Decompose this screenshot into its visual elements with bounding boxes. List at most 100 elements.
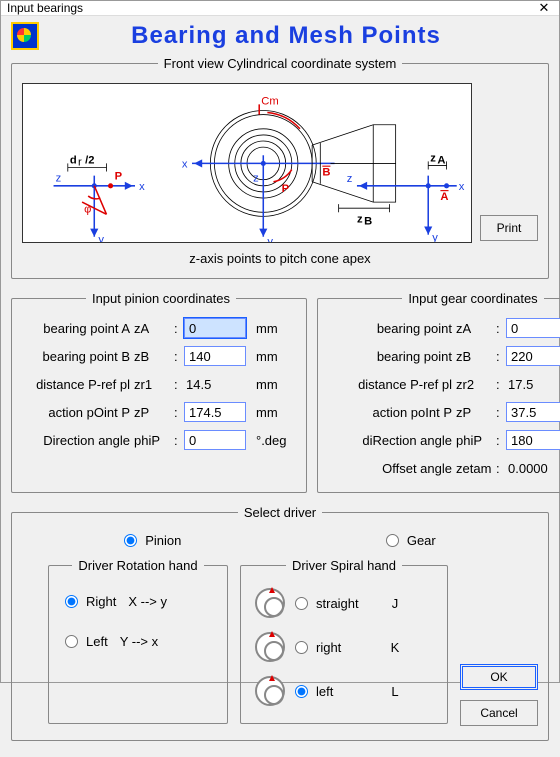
gear-label: distance P-ref pl [324,377,452,392]
spiral-straight-icon [255,588,285,618]
svg-text:y: y [432,232,438,243]
pinion-label: action pOint P [22,405,130,420]
gear-za-input[interactable] [506,318,560,338]
pinion-symbol: phiP [134,433,170,448]
spiral-left-radio[interactable]: left [295,684,378,699]
rotation-hand-legend: Driver Rotation hand [72,558,203,573]
input-pinion-group: Input pinion coordinates bearing point A… [11,291,307,493]
titlebar: Input bearings ✕ [1,1,559,16]
pinion-symbol: zA [134,321,170,336]
rotation-left-map: Y --> x [120,634,158,649]
rotation-right-radio[interactable]: Right [65,594,116,609]
pinion-label: bearing point B [22,349,130,364]
pinion-unit: °.deg [256,433,300,448]
pinion-legend: Input pinion coordinates [86,291,236,306]
pinion-row-zp: action pOint PzP:mm [22,398,300,426]
gear-label: bearing point [324,349,452,364]
pinion-unit: mm [256,377,300,392]
pinion-zp-input[interactable] [184,402,246,422]
gear-label: action poInt P [324,405,452,420]
svg-text:x: x [459,181,465,193]
pinion-symbol: zB [134,349,170,364]
close-icon[interactable]: ✕ [537,1,551,15]
pinion-label: distance P-ref pl [22,377,130,392]
diagram-area: z x y P φ d [22,83,472,243]
ok-button[interactable]: OK [460,664,538,690]
gear-row-zr2: distance P-ref plzr2:17.5mm [324,370,560,398]
gear-zp-input[interactable] [506,402,560,422]
pinion-symbol: zr1 [134,377,170,392]
pinion-zb-input[interactable] [184,346,246,366]
spiral-hand-group: Driver Spiral hand straightJ right Kleft L [240,558,448,724]
window-title: Input bearings [7,1,83,15]
svg-text:P: P [115,171,123,183]
svg-text:r: r [78,156,82,168]
svg-text:y: y [98,234,104,243]
gear-symbol: zr2 [456,377,492,392]
svg-text:φ: φ [84,203,91,215]
svg-text:d: d [70,154,77,166]
spiral-right-label: right [316,640,378,655]
gear-symbol: zB [456,349,492,364]
pinion-row-za: bearing point AzA:mm [22,314,300,342]
driver-gear-radio[interactable]: Gear [386,533,436,548]
gear-phip-input[interactable] [506,430,560,450]
rotation-left-radio[interactable]: Left [65,634,108,649]
spiral-straight-radio[interactable]: straight [295,596,378,611]
page-title: Bearing and Mesh Points [53,22,549,50]
front-view-group: Front view Cylindrical coordinate system… [11,56,549,279]
svg-text:Cm: Cm [261,95,278,107]
print-button[interactable]: Print [480,215,538,241]
driver-gear-label: Gear [407,533,436,548]
gear-label: diRection angle [324,433,452,448]
svg-text:z: z [253,173,259,185]
gear-symbol: phiP [456,433,492,448]
svg-text:x: x [139,181,145,193]
input-gear-group: Input gear coordinates bearing pointzA:m… [317,291,560,493]
pinion-label: bearing point A [22,321,130,336]
rotation-right-map: X --> y [128,594,167,609]
select-driver-legend: Select driver [238,505,322,520]
gear-legend: Input gear coordinates [402,291,543,306]
gear-row-za: bearing pointzA:mm [324,314,560,342]
gear-label: bearing point [324,321,452,336]
spiral-left-letter: L [388,684,402,699]
spiral-row-left: left L [251,669,437,713]
spiral-hand-legend: Driver Spiral hand [286,558,402,573]
svg-text:B: B [364,216,372,228]
pinion-unit: mm [256,349,300,364]
svg-text:A: A [437,154,445,166]
gear-row-phip: diRection anglephiP:°.deg [324,426,560,454]
spiral-straight-label: straight [316,596,378,611]
spiral-left-icon [255,676,285,706]
pinion-unit: mm [256,321,300,336]
spiral-right-radio[interactable]: right [295,640,378,655]
spiral-right-icon [255,632,285,662]
dialog-window: Input bearings ✕ Bearing and Mesh Points… [0,0,560,683]
pinion-za-input[interactable] [184,318,246,338]
pinion-symbol: zP [134,405,170,420]
driver-pinion-label: Pinion [145,533,181,548]
gear-symbol: zP [456,405,492,420]
spiral-right-letter: K [388,640,402,655]
spiral-left-label: left [316,684,378,699]
gear-zetam-value: 0.0000 [506,461,560,476]
pinion-phip-input[interactable] [184,430,246,450]
svg-text:z: z [430,152,436,164]
select-driver-group: Select driver Pinion Gear Driver Rotatio… [11,505,549,741]
svg-text:z: z [56,173,62,185]
cancel-button[interactable]: Cancel [460,700,538,726]
rotation-right-label: Right [86,594,116,609]
diagram-caption: z-axis points to pitch cone apex [22,251,538,266]
svg-text:P: P [282,183,290,195]
svg-text:x: x [182,158,188,170]
gear-zb-input[interactable] [506,346,560,366]
pinion-row-phip: Direction anglephiP:°.deg [22,426,300,454]
gear-row-zb: bearing pointzB:mm [324,342,560,370]
pinion-label: Direction angle [22,433,130,448]
driver-pinion-radio[interactable]: Pinion [124,533,181,548]
spiral-row-straight: straightJ [251,581,437,625]
svg-text:z: z [357,213,363,225]
gear-symbol: zetam [456,461,492,476]
svg-text:y: y [267,236,273,243]
